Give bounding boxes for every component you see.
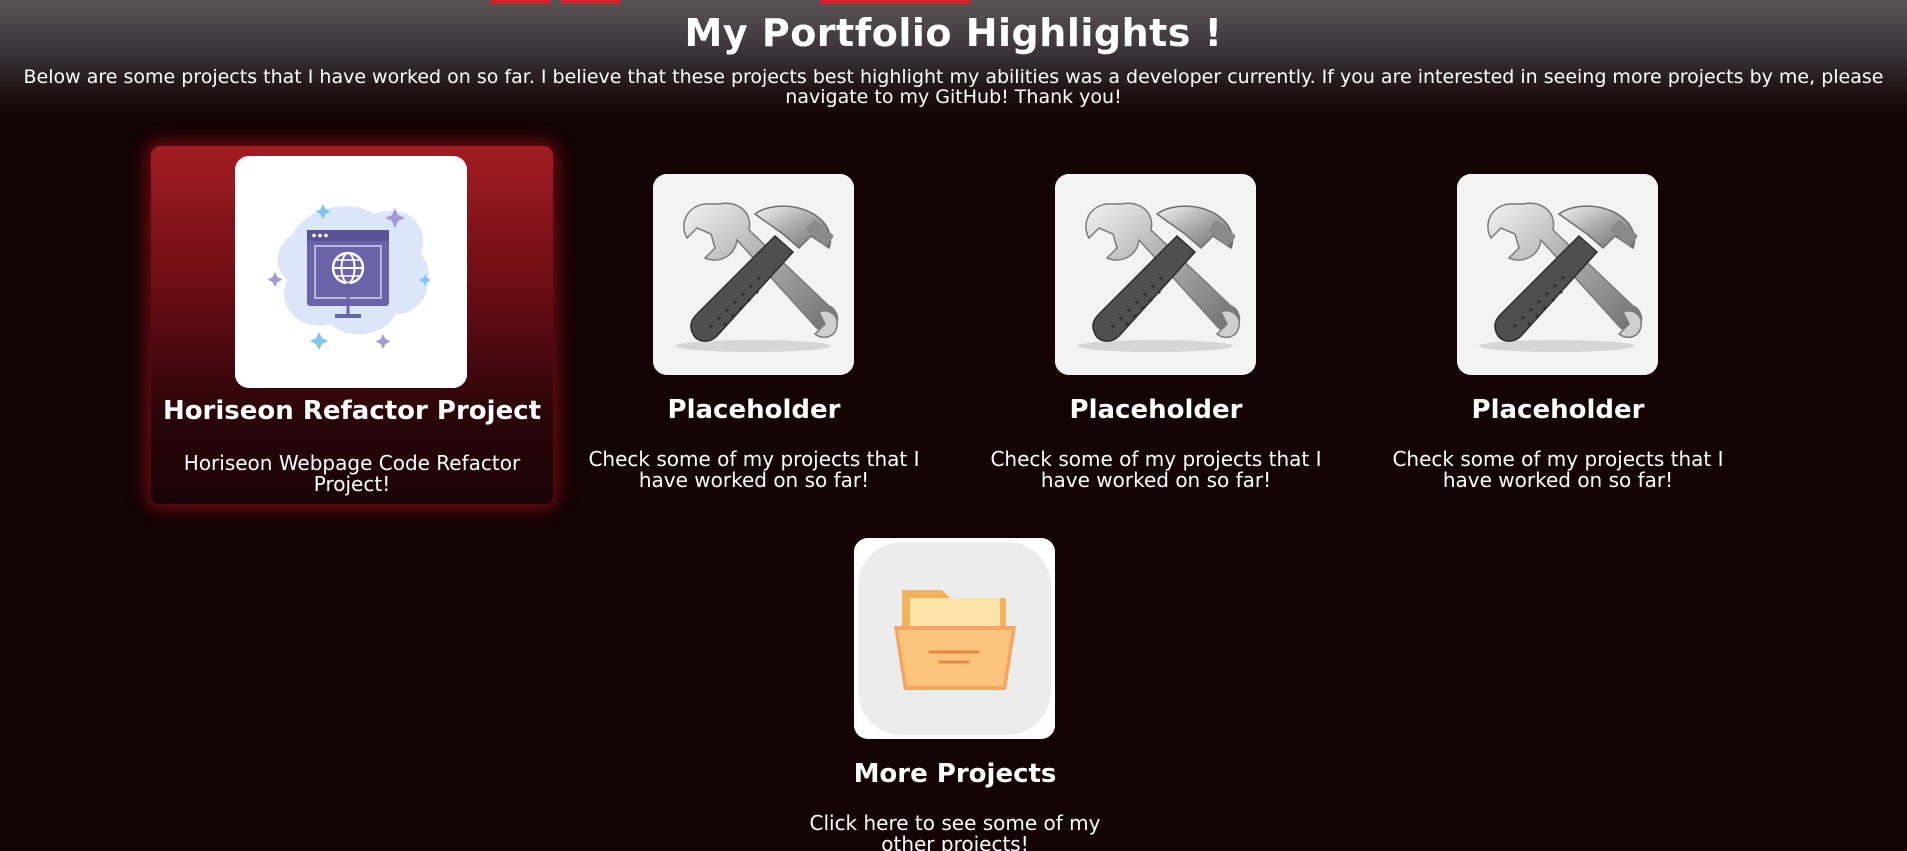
project-thumbnail[interactable] [653,174,854,375]
tools-icon [1457,174,1658,375]
page-title: My Portfolio Highlights ! [684,11,1223,55]
project-title[interactable]: Placeholder [553,395,955,425]
tools-icon [1055,174,1256,375]
project-title[interactable]: Placeholder [1357,395,1759,425]
folder-icon [854,538,1055,739]
project-description: Check some of my projects that I have wo… [588,447,920,492]
page-intro: Below are some projects that I have work… [23,66,1884,108]
project-title[interactable]: More Projects [754,759,1156,789]
project-title[interactable]: Placeholder [955,395,1357,425]
project-thumbnail[interactable] [1457,174,1658,375]
project-thumbnail[interactable] [235,156,467,388]
project-card-horiseon[interactable]: Horiseon Refactor Project Horiseon Webpa… [151,146,553,504]
project-description: Horiseon Webpage Code Refactor Project! [183,451,521,496]
project-card-more-projects[interactable]: More Projects Click here to see some of … [754,538,1156,851]
web-globe-icon [235,156,467,388]
project-thumbnail[interactable] [1055,174,1256,375]
project-description: Click here to see some of my other proje… [809,811,1101,851]
portfolio-page: My Portfolio Highlights ! Below are some… [0,0,1907,851]
project-title[interactable]: Horiseon Refactor Project [151,396,553,426]
project-description: Check some of my projects that I have wo… [990,447,1322,492]
project-card-placeholder-2[interactable]: Placeholder Check some of my projects th… [955,174,1357,494]
tools-icon [653,174,854,375]
portfolio-header: My Portfolio Highlights ! Below are some… [0,0,1907,120]
project-thumbnail[interactable] [854,538,1055,739]
project-description: Check some of my projects that I have wo… [1392,447,1724,492]
top-accent-stripe [0,0,1907,4]
project-card-placeholder-1[interactable]: Placeholder Check some of my projects th… [553,174,955,494]
project-card-placeholder-3[interactable]: Placeholder Check some of my projects th… [1357,174,1759,494]
